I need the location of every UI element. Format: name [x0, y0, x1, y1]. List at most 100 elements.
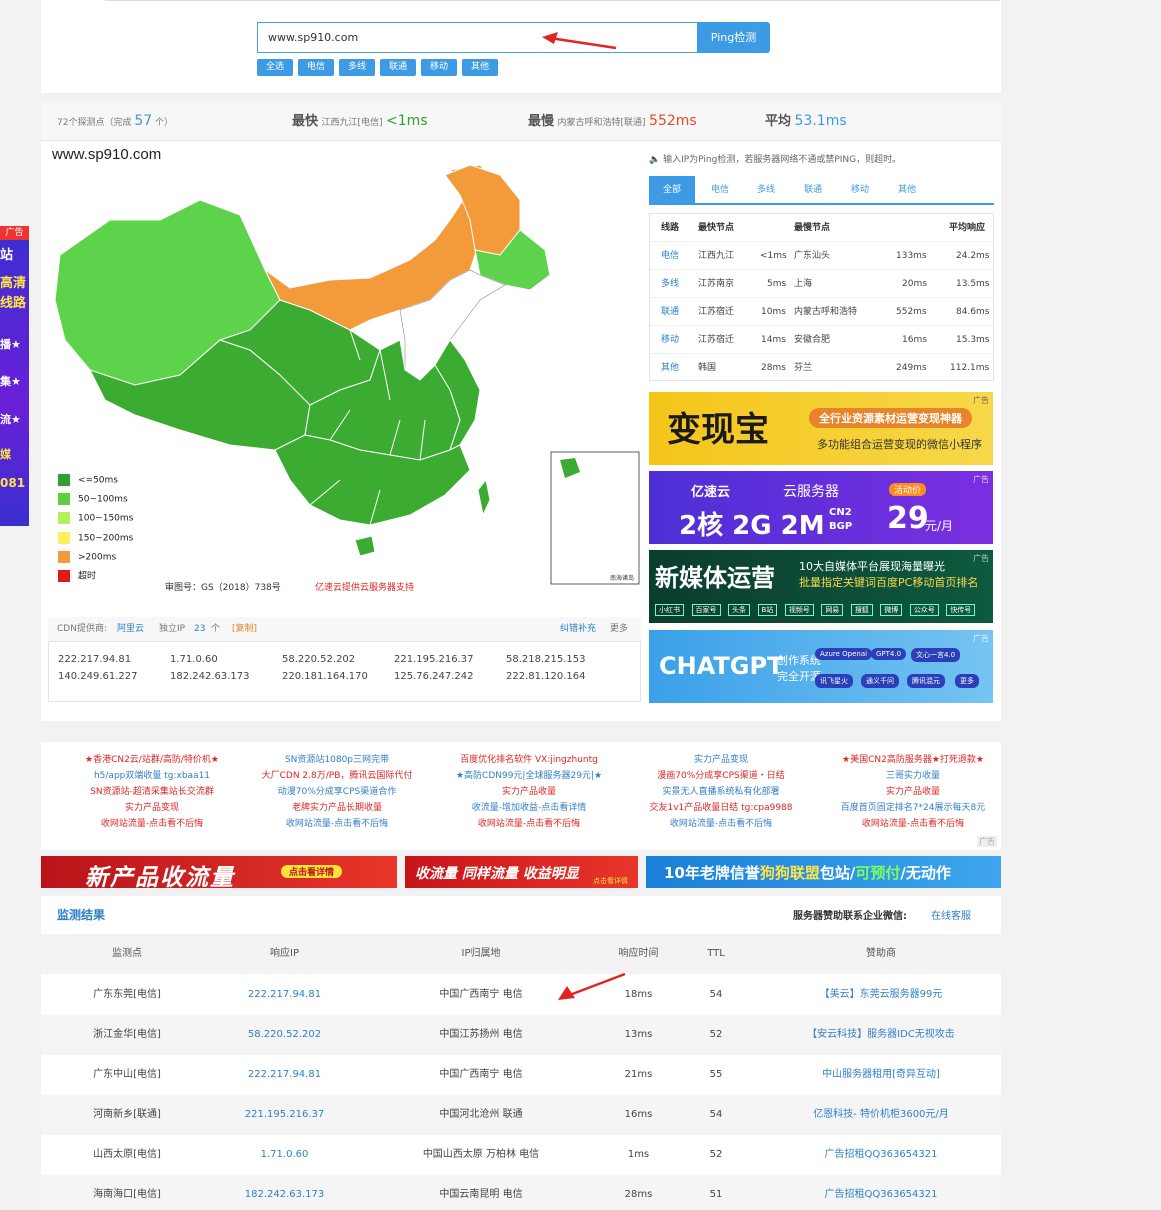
cell-sponsor[interactable]: 【美云】东莞云服务器99元 [761, 975, 1001, 1015]
banner-new-product[interactable]: 新产品收流量 点击看详情 [41, 856, 397, 888]
chip-telecom[interactable]: 电信 [298, 59, 334, 76]
text-ad-column[interactable]: ★香港CN2云/站群/高防/特价机★ h5/app双端收量 tg:xbaa11 … [62, 752, 242, 832]
col-fastest: 最快节点 [698, 223, 735, 233]
text-ad-column[interactable]: SN资源站1080p三网完带 大厂CDN 2.8万/PB，腾讯云国际代付 动漫7… [247, 752, 427, 832]
cell-ip[interactable]: 182.242.63.173 [213, 1175, 356, 1210]
cell-sponsor[interactable]: 广告招租QQ363654321 [761, 1135, 1001, 1175]
row-slow-node: 广东汕头 [794, 251, 831, 261]
text-ad[interactable]: 漫画70%分成享CPS渠道・日结 [631, 768, 811, 784]
ad-chip: 通义千问 [861, 674, 899, 688]
row-line[interactable]: 电信 [661, 242, 679, 270]
cdn-ip: 222.217.94.81 [58, 654, 132, 665]
text-ad[interactable]: SN资源站-超清采集站长交流群 [62, 784, 242, 800]
cell-node: 广东中山[电信] [93, 1069, 161, 1080]
tab-telecom[interactable]: 电信 [697, 176, 743, 205]
cdn-report[interactable]: 纠错补充 [560, 617, 596, 642]
text-ad[interactable]: 百度首页固定排名7*24展示每天8元 [823, 800, 1003, 816]
text-ad[interactable]: SN资源站1080p三网完带 [247, 752, 427, 768]
ping-button[interactable]: Ping检测 [697, 22, 770, 53]
table-row: 河南新乡[联通] 221.195.216.37 中国河北沧州 联通 16ms 5… [41, 1095, 1001, 1135]
chip-all[interactable]: 全选 [257, 59, 293, 76]
text-ad[interactable]: 收流量-增加收益-点击看详情 [439, 800, 619, 816]
text-ad[interactable]: ★高防CDN99元|全球服务器29元|★ [439, 768, 619, 784]
ad-banner-xinmeiti[interactable]: 新媒体运营 10大自媒体平台展现海量曝光 批量指定关键词百度PC移动首页排名 小… [649, 550, 993, 623]
cell-ip[interactable]: 58.220.52.202 [213, 1015, 356, 1055]
row-line[interactable]: 移动 [661, 326, 679, 354]
cdn-provider[interactable]: 阿里云 [117, 617, 144, 642]
text-ad[interactable]: 收网站流量-点击看不后悔 [247, 816, 427, 832]
ad-tags: 小红书 百家号 头条 B站 视频号 网易 搜狐 微博 公众号 快传号 [655, 602, 985, 616]
text-ad[interactable]: 百度优化排名软件 VX:jingzhuntg [439, 752, 619, 768]
cell-ip[interactable]: 222.217.94.81 [213, 975, 356, 1015]
text-ad[interactable]: 实景无人直播系统私有化部署 [631, 784, 811, 800]
text-ad[interactable]: ★美国CN2高防服务器★打死退款★ [823, 752, 1003, 768]
text-ad[interactable]: 实力产品变现 [62, 800, 242, 816]
cell-ip[interactable]: 221.195.216.37 [213, 1095, 356, 1135]
text-ad[interactable]: 实力产品变现 [631, 752, 811, 768]
text-ad[interactable]: 老牌实力产品长期收量 [247, 800, 427, 816]
fastest-value: <1ms [386, 113, 428, 129]
text-ad[interactable]: h5/app双端收量 tg:xbaa11 [62, 768, 242, 784]
fastest-stat: 最快 江西九江[电信] <1ms [292, 111, 428, 131]
cell-ip[interactable]: 222.217.94.81 [213, 1055, 356, 1095]
ad-banner-yisuyun[interactable]: 亿速云 云服务器 活动价 2核 2G 2M CN2 BGP 29 元/月 广告 [649, 471, 993, 544]
map-provider[interactable]: 亿速云提供云服务器支持 [315, 580, 414, 593]
ad-line: 10大自媒体平台展现海量曝光 [799, 560, 945, 573]
chip-other[interactable]: 其他 [462, 59, 498, 76]
slowest-value: 552ms [649, 113, 697, 129]
col-location: IP归属地 [461, 948, 501, 959]
tab-unicom[interactable]: 联通 [790, 176, 836, 205]
text-ad[interactable]: 动漫70%分成享CPS渠道合作 [247, 784, 427, 800]
text-ad[interactable]: 实力产品收量 [823, 784, 1003, 800]
tab-mobile[interactable]: 移动 [837, 176, 883, 205]
legend-item: 100~150ms [58, 512, 133, 526]
slowest-node: 内蒙古呼和浩特[联通] [557, 118, 646, 128]
banner-traffic[interactable]: 收流量 同样流量 收益明显 点击看详情 [405, 856, 638, 888]
ad-line: 批量指定关键词百度PC移动首页排名 [799, 576, 979, 589]
ad-banner-chatgpt[interactable]: CHATGPT 创作系统 完全开源 Azure Openai GPT4.0 文心… [649, 630, 993, 703]
text-ad-column[interactable]: 实力产品变现 漫画70%分成享CPS渠道・日结 实景无人直播系统私有化部署 交友… [631, 752, 811, 832]
cdn-ip: 58.218.215.153 [506, 654, 586, 665]
row-line[interactable]: 其他 [661, 354, 679, 382]
left-float-ad[interactable]: 广告 站 高清 线路 播★ 集★ 流★ 媒 081 [0, 226, 29, 526]
table-row: 山西太原[电信] 1.71.0.60 中国山西太原 万柏林 电信 1ms 52 … [41, 1135, 1001, 1175]
cell-sponsor[interactable]: 【安云科技】服务器IDC无视攻击 [761, 1015, 1001, 1055]
tab-other[interactable]: 其他 [884, 176, 930, 205]
cell-sponsor[interactable]: 中山服务器租用[奇异互动] [761, 1055, 1001, 1095]
ad-chip: 讯飞星火 [815, 674, 853, 688]
ad-banner-bianxianbao[interactable]: 变现宝 全行业资源素材运营变现神器 多功能组合运营变现的微信小程序 广告 [649, 392, 993, 465]
text-ad[interactable]: 交友1v1产品收量日结 tg:cpa9988 [631, 800, 811, 816]
text-ad[interactable]: 收网站流量-点击看不后悔 [823, 816, 1003, 832]
cell-ip[interactable]: 1.71.0.60 [213, 1135, 356, 1175]
text-ad[interactable]: 收网站流量-点击看不后悔 [631, 816, 811, 832]
row-slow-node: 安徽合肥 [794, 335, 831, 345]
text-ad[interactable]: 三哥实力收量 [823, 768, 1003, 784]
url-input[interactable]: www.sp910.com [257, 22, 697, 53]
cell-ttl: 51 [709, 1189, 723, 1200]
cdn-copy[interactable]: [复制] [232, 617, 257, 642]
cdn-more[interactable]: 更多 [610, 617, 628, 642]
text-ads-tag: 广告 [977, 836, 997, 847]
text-ad[interactable]: 实力产品收量 [439, 784, 619, 800]
cell-sponsor[interactable]: 亿恩科技- 特价机柜3600元/月 [761, 1095, 1001, 1135]
chip-mobile[interactable]: 移动 [421, 59, 457, 76]
cell-location: 中国河北沧州 联通 [439, 1109, 523, 1120]
text-ad[interactable]: 大厂CDN 2.8万/PB，腾讯云国际代付 [247, 768, 427, 784]
cell-ttl: 55 [709, 1069, 723, 1080]
chip-multiline[interactable]: 多线 [339, 59, 375, 76]
tab-multiline[interactable]: 多线 [743, 176, 789, 205]
row-slow-node: 芬兰 [794, 363, 813, 373]
row-line[interactable]: 联通 [661, 298, 679, 326]
sponsor-link[interactable]: 在线客服 [931, 907, 971, 922]
chip-unicom[interactable]: 联通 [380, 59, 416, 76]
text-ad[interactable]: ★香港CN2云/站群/高防/特价机★ [62, 752, 242, 768]
text-ad-column[interactable]: 百度优化排名软件 VX:jingzhuntg ★高防CDN99元|全球服务器29… [439, 752, 619, 832]
text-ad[interactable]: 收网站流量-点击看不后悔 [439, 816, 619, 832]
cell-sponsor[interactable]: 广告招租QQ363654321 [761, 1175, 1001, 1210]
row-line[interactable]: 多线 [661, 270, 679, 298]
tab-all[interactable]: 全部 [649, 176, 695, 205]
text-ad[interactable]: 收网站流量-点击看不后悔 [62, 816, 242, 832]
text-ad-column[interactable]: ★美国CN2高防服务器★打死退款★ 三哥实力收量 实力产品收量 百度首页固定排名… [823, 752, 1003, 832]
banner-gougou[interactable]: 10年老牌信誉狗狗联盟包站/可预付/无动作 [646, 856, 1001, 888]
col-avg: 平均响应 [949, 223, 986, 233]
